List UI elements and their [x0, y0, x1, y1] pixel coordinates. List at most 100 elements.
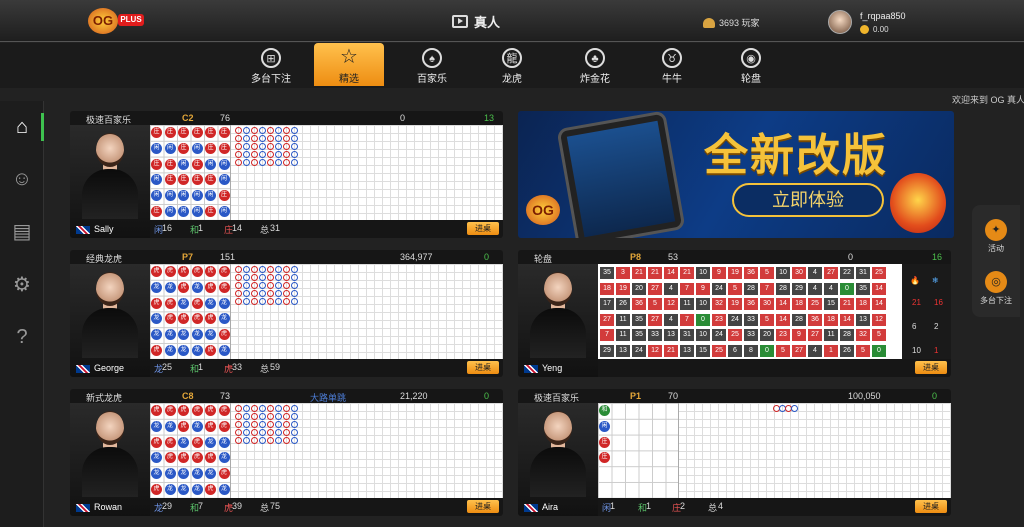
roulette-result: 28 — [744, 282, 758, 295]
bead-result: 虎 — [218, 281, 230, 293]
tab-roulette[interactable]: ◉ 轮盘 — [716, 43, 786, 86]
roulette-result: 24 — [712, 329, 726, 341]
settings-icon[interactable]: ⚙ — [10, 273, 34, 297]
table-card[interactable]: 新式龙虎 C8 73 大路单跳 21,220 0 Rowan 虎龙虎龙龙虎虎龙虎虎龙龙虎虎龙虎… — [70, 389, 503, 516]
roulette-result: 14 — [776, 298, 790, 310]
bead-result: 龙 — [191, 345, 203, 356]
tab-label: 轮盘 — [741, 74, 761, 85]
join-table-button[interactable]: 进桌 — [467, 222, 499, 235]
bead-result: 龙 — [178, 468, 189, 480]
roulette-result: 5 — [760, 267, 774, 279]
bead-result: 龙 — [164, 484, 176, 495]
big-road-mark — [235, 437, 242, 444]
table-stats: 闲 16 和 1 庄 14 总 31 进桌 — [150, 220, 503, 238]
pool-amount: 0 — [400, 113, 406, 123]
roulette-result: 7 — [600, 329, 614, 341]
activity-button[interactable]: ✦ 活动 — [972, 219, 1020, 254]
tab-cards[interactable]: ♠ 百家乐 — [397, 43, 467, 86]
bead-result: 龙 — [164, 281, 176, 293]
cards-icon: ♠ — [422, 48, 442, 68]
roulette-result: 36 — [744, 298, 758, 310]
bead-result: 龙 — [178, 329, 189, 341]
join-table-button[interactable]: 进桌 — [915, 361, 947, 374]
bead-result: 庄 — [178, 127, 189, 138]
bead-result: 龙 — [164, 345, 176, 356]
table-card[interactable]: 极速百家乐 P1 70 100,050 0 Aira 和闲庄庄闲 1 和 1 庄 2 总 4 进桌 — [518, 389, 951, 516]
multi-bet-button[interactable]: ◎ 多台下注 — [972, 271, 1020, 306]
big-road-mark — [243, 266, 250, 273]
big-road-mark — [267, 135, 274, 142]
bead-result: 庄 — [191, 127, 203, 138]
big-road-mark — [283, 143, 290, 150]
bead-result: 虎 — [205, 266, 216, 277]
big-road-mark — [283, 159, 290, 166]
roulette-result: 10 — [776, 267, 790, 279]
tab-star[interactable]: ☆ 精选 — [314, 43, 384, 86]
roulette-result: 9 — [712, 267, 726, 279]
table-card[interactable]: 经典龙虎 P7 151 364,977 0 George 虎龙虎龙龙虎虎龙虎虎龙龙虎虎龙虎龙… — [70, 250, 503, 377]
join-table-button[interactable]: 进桌 — [915, 500, 947, 513]
avatar[interactable] — [828, 10, 852, 34]
roulette-result: 21 — [648, 267, 662, 279]
tab-multi-table[interactable]: ⊞ 多台下注 — [236, 43, 306, 86]
tab-bull[interactable]: ♉ 牛牛 — [637, 43, 707, 86]
help-icon[interactable]: ? — [10, 325, 34, 349]
big-road-mark — [267, 405, 274, 412]
bead-result: 庄 — [205, 142, 216, 154]
banner-cta-button[interactable]: 立即体验 — [732, 183, 884, 217]
dealer-body — [82, 447, 138, 497]
og-banner-logo: OG — [526, 195, 560, 225]
bead-result: 闲 — [218, 158, 230, 170]
dealer-photo: Yeng — [518, 264, 598, 377]
tab-dragon[interactable]: 龍龙虎 — [477, 43, 547, 86]
roulette-result: 32 — [712, 298, 726, 310]
big-road-mark — [275, 298, 282, 305]
big-road-mark — [267, 127, 274, 134]
roulette-result: 23 — [776, 329, 790, 341]
bead-result: 庄 — [191, 158, 203, 170]
roulette-result: 1 — [824, 344, 838, 357]
bead-result: 庄 — [218, 190, 230, 202]
player-count: 73 — [220, 391, 231, 401]
category-bar: ⊞ 多台下注 ☆ 精选 ♠ 百家乐 龍龙虎 ♣ 炸金花 ♉ 牛牛 ◉ 轮盘 — [0, 43, 1024, 88]
promo-banner[interactable]: OG 全新改版 立即体验 — [518, 111, 954, 238]
table-card[interactable]: 极速百家乐 C2 76 0 13 Sally 庄闲庄闲闲庄庄闲庄庄闲闲庄庄闲庄闲闲庄闲庄庄闲… — [70, 111, 503, 238]
table-card[interactable]: 轮盘 P8 53 0 16 Yeng 35 3 21 21 14 21 10 9 19 36 5 10 30 4 27 2… — [518, 250, 951, 377]
bead-road: 庄闲庄闲闲庄庄闲庄庄闲闲庄庄闲庄闲闲庄闲庄庄闲闲庄庄闲庄闲庄庄庄闲闲庄闲 — [150, 125, 231, 220]
big-road-mark — [259, 437, 266, 444]
bead-result: 虎 — [205, 484, 216, 495]
roulette-result: 5 — [760, 313, 774, 326]
big-road-mark — [267, 274, 274, 281]
roulette-result: 24 — [632, 344, 646, 357]
users-icon[interactable]: ☺ — [10, 167, 34, 191]
big-road-mark — [283, 282, 290, 289]
og-plus-logo[interactable]: OG PLUS — [88, 6, 154, 36]
roulette-result: 14 — [776, 313, 790, 326]
clipboard-icon[interactable]: ▤ — [10, 220, 34, 244]
roulette-result: 36 — [632, 298, 646, 310]
roulette-result: 35 — [600, 267, 614, 279]
stat-right: 16 — [934, 298, 943, 307]
join-table-button[interactable]: 进桌 — [467, 361, 499, 374]
roulette-result: 4 — [808, 282, 822, 295]
table-code: P8 — [630, 252, 642, 262]
bead-road: 和闲庄庄 — [598, 403, 679, 498]
uk-flag-icon — [76, 226, 90, 234]
roulette-result: 17 — [600, 298, 614, 310]
tab-spades[interactable]: ♣ 炸金花 — [560, 43, 630, 86]
big-road-mark — [235, 274, 242, 281]
bead-result: 虎 — [151, 436, 162, 448]
join-table-button[interactable]: 进桌 — [467, 500, 499, 513]
roulette-result: 26 — [616, 298, 630, 310]
tab-label: 精选 — [339, 74, 359, 85]
bead-result: 庄 — [151, 127, 162, 138]
table-header: 极速百家乐 P1 70 100,050 0 — [518, 389, 951, 403]
tab-label: 龙虎 — [502, 74, 522, 85]
big-road-mark — [275, 405, 282, 412]
home-icon[interactable]: ⌂ — [10, 115, 34, 139]
big-road-mark — [267, 413, 274, 420]
big-road-mark — [275, 282, 282, 289]
player-count: 151 — [220, 252, 236, 262]
top-bar: OG PLUS 真人 3693 玩家 f_rqpaa850 0.00 — [0, 0, 1024, 42]
roulette-result: 15 — [824, 298, 838, 310]
